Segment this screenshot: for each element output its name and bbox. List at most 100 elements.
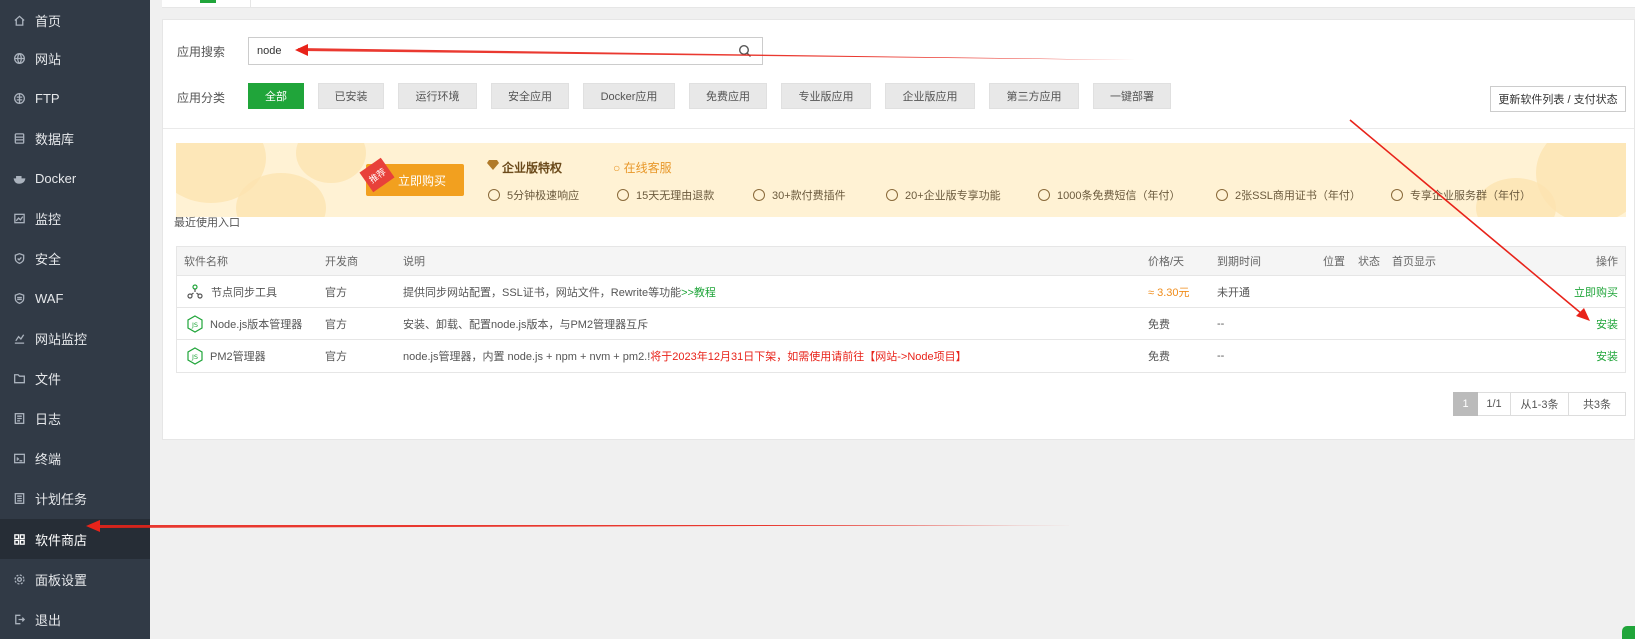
sidebar-item-label: 数据库 <box>35 131 75 147</box>
software-desc: 提供同步网站配置，SSL证书，网站文件，Rewrite等功能 >>教程 <box>403 276 716 307</box>
header-desc: 说明 <box>403 256 425 268</box>
gear-icon <box>12 572 26 586</box>
corner-indicator <box>1622 626 1635 639</box>
category-installed[interactable]: 已安装 <box>318 83 384 109</box>
buy-now-action[interactable]: 立即购买 <box>1574 276 1618 307</box>
svg-text:JS: JS <box>191 353 198 361</box>
software-vendor: 官方 <box>325 286 347 299</box>
app-store-panel: 应用搜索 node 应用分类 全部 已安装 运行环境 安全应用 Docker应用… <box>162 19 1635 440</box>
sidebar-item-logs[interactable]: 日志 <box>0 398 150 438</box>
sidebar-item-label: 计划任务 <box>35 491 88 507</box>
install-button[interactable]: 安装 <box>1596 340 1618 372</box>
sidebar-item-home[interactable]: 首页 <box>0 0 150 40</box>
search-icon[interactable] <box>738 44 752 58</box>
software-name[interactable]: JS Node.js版本管理器 <box>187 308 302 339</box>
search-input[interactable]: node <box>248 37 763 65</box>
nodejs-icon: JS <box>187 314 203 333</box>
header-status: 状态 <box>1358 256 1380 268</box>
software-price: 免费 <box>1148 351 1170 363</box>
grid-icon <box>12 532 26 546</box>
software-expiry: -- <box>1217 350 1225 362</box>
category-one-click[interactable]: 一键部署 <box>1093 83 1171 109</box>
home-icon <box>12 13 26 27</box>
globe-icon <box>12 51 26 65</box>
software-price: ≈ 3.30元 <box>1148 286 1190 299</box>
top-tabs-card <box>162 0 1635 8</box>
page-total: 共3条 <box>1569 392 1626 416</box>
sidebar-item-terminal[interactable]: 终端 <box>0 438 150 478</box>
install-button[interactable]: 安装 <box>1596 308 1618 339</box>
header-name: 软件名称 <box>184 256 228 268</box>
recent-entries-label: 最近使用入口 <box>174 217 240 229</box>
sidebar-item-ftp[interactable]: FTP <box>0 78 150 118</box>
category-free[interactable]: 免费应用 <box>689 83 767 109</box>
tab-separator <box>250 0 251 7</box>
category-docker[interactable]: Docker应用 <box>583 83 675 109</box>
task-icon <box>12 491 26 505</box>
waf-icon <box>12 291 26 305</box>
software-price: 免费 <box>1148 318 1170 331</box>
category-runtime[interactable]: 运行环境 <box>398 83 477 109</box>
table-header: 软件名称 开发商 说明 价格/天 到期时间 位置 状态 首页显示 操作 <box>177 247 1625 276</box>
pagination: 1 1/1 从1-3条 共3条 <box>1453 392 1626 416</box>
banner-feature: 1000条免费短信（年付） <box>1038 187 1180 203</box>
software-desc: 安装、卸载、配置node.js版本，与PM2管理器互斥 <box>403 318 649 331</box>
sidebar-item-cron[interactable]: 计划任务 <box>0 478 150 518</box>
docker-icon <box>12 171 26 185</box>
software-expiry: -- <box>1217 317 1225 330</box>
svg-text:JS: JS <box>191 321 198 329</box>
sidebar-item-app-store[interactable]: 软件商店 <box>0 519 150 559</box>
banner-feature: 20+企业版专享功能 <box>886 187 1001 203</box>
software-name[interactable]: 节点同步工具 <box>187 276 277 307</box>
banner-feature: 专享企业服务群（年付） <box>1391 187 1531 203</box>
folder-icon <box>12 371 26 385</box>
sidebar-item-site-monitor[interactable]: 网站监控 <box>0 318 150 358</box>
sidebar-item-label: 日志 <box>35 411 62 427</box>
online-service-link[interactable]: ○ 在线客服 <box>613 159 672 176</box>
shield-icon <box>12 251 26 265</box>
sidebar-item-monitor[interactable]: 监控 <box>0 198 150 238</box>
tutorial-link[interactable]: >>教程 <box>681 284 716 300</box>
response-icon <box>488 189 500 201</box>
sidebar-item-label: 网站监控 <box>35 331 88 347</box>
sidebar-item-label: 网站 <box>35 51 62 67</box>
sidebar-item-label: 首页 <box>35 13 62 29</box>
enterprise-banner: 立即购买 推荐 企业版特权 ○ 在线客服 5分钟极速响应 15天无理由退款 30… <box>176 143 1626 217</box>
category-pro[interactable]: 专业版应用 <box>781 83 871 109</box>
sidebar-item-label: WAF <box>35 290 64 306</box>
sidebar-item-docker[interactable]: Docker <box>0 158 150 198</box>
table-row: JS PM2管理器 官方 node.js管理器，内置 node.js + npm… <box>177 340 1625 372</box>
sidebar-item-waf[interactable]: WAF <box>0 278 150 318</box>
table-row: 节点同步工具 官方 提供同步网站配置，SSL证书，网站文件，Rewrite等功能… <box>177 276 1625 308</box>
chat-icon: ○ <box>613 161 624 175</box>
arrow-to-app-store <box>100 525 1075 528</box>
sidebar-item-label: 终端 <box>35 451 62 467</box>
sidebar-item-label: 退出 <box>35 612 62 628</box>
sidebar-item-database[interactable]: 数据库 <box>0 118 150 158</box>
category-security[interactable]: 安全应用 <box>491 83 569 109</box>
sidebar-item-logout[interactable]: 退出 <box>0 599 150 639</box>
heart-icon <box>1391 189 1403 201</box>
search-label: 应用搜索 <box>177 45 226 59</box>
header-homepage: 首页显示 <box>1392 256 1436 268</box>
page-range: 从1-3条 <box>1511 392 1569 416</box>
category-third-party[interactable]: 第三方应用 <box>989 83 1079 109</box>
refresh-list-button[interactable]: 更新软件列表 / 支付状态 <box>1490 86 1626 112</box>
software-name[interactable]: JS PM2管理器 <box>187 340 266 372</box>
banner-feature: 15天无理由退款 <box>617 187 714 203</box>
sidebar-item-settings[interactable]: 面板设置 <box>0 559 150 599</box>
category-all[interactable]: 全部 <box>248 83 304 109</box>
sidebar-item-security[interactable]: 安全 <box>0 238 150 278</box>
sidebar: 首页 网站 FTP 数据库 Docker 监控 安全 WAF 网站监控 文件 日… <box>0 0 150 639</box>
buy-now-label: 立即购买 <box>397 173 446 188</box>
online-service-label: 在线客服 <box>623 161 672 175</box>
category-enterprise[interactable]: 企业版应用 <box>885 83 975 109</box>
header-expiry: 到期时间 <box>1217 256 1261 268</box>
sidebar-item-label: 监控 <box>35 211 62 227</box>
page-current[interactable]: 1 <box>1453 392 1478 416</box>
header-vendor: 开发商 <box>325 256 358 268</box>
category-label: 应用分类 <box>177 91 226 105</box>
sidebar-item-website[interactable]: 网站 <box>0 38 150 78</box>
sidebar-item-files[interactable]: 文件 <box>0 358 150 398</box>
monitor-icon <box>12 211 26 225</box>
